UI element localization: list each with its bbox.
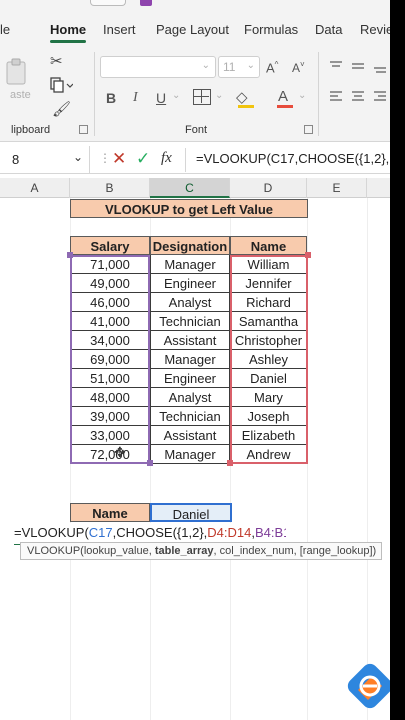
header-designation[interactable]: Designation [150, 236, 230, 255]
tab-data[interactable]: Data [315, 22, 342, 37]
designation-cell[interactable]: Manager [150, 350, 230, 369]
designation-cell[interactable]: Assistant [150, 426, 230, 445]
font-color-button[interactable]: A [278, 88, 288, 105]
header-salary[interactable]: Salary [70, 236, 150, 255]
designation-cell[interactable]: Technician [150, 407, 230, 426]
gridline [367, 198, 368, 720]
range-handle[interactable] [67, 252, 73, 258]
formula-part: =VLOOKUP( [14, 525, 89, 540]
designation-cell[interactable]: Engineer [150, 369, 230, 388]
font-name-dropdown[interactable]: ⌄ [100, 56, 216, 78]
cancel-icon[interactable]: ✕ [112, 149, 126, 169]
chevron-down-icon[interactable]: ⌄ [298, 90, 306, 101]
font-size-dropdown[interactable]: 11 ⌄ [218, 56, 260, 78]
shrink-font-icon[interactable]: A˅ [292, 60, 305, 75]
name-box-value: 8 [12, 152, 20, 167]
designation-cell[interactable]: Analyst [150, 388, 230, 407]
column-header-row: A B C D E [0, 178, 390, 198]
sheet-title[interactable]: VLOOKUP to get Left Value [70, 199, 308, 218]
clipboard-group-label: lipboard [11, 124, 51, 136]
tooltip-arg[interactable]: , col_index_num, [range_lookup]) [214, 545, 377, 557]
tab-formulas[interactable]: Formulas [244, 22, 298, 37]
insert-function-button[interactable]: fx [161, 150, 172, 167]
alignment-icons[interactable] [328, 60, 388, 110]
designation-cell[interactable]: Engineer [150, 274, 230, 293]
tab-review[interactable]: Revie [360, 22, 390, 37]
tab-home[interactable]: Home [50, 22, 86, 37]
grow-font-icon[interactable]: A^ [266, 60, 278, 75]
top-color-swatch [140, 0, 152, 6]
function-tooltip: VLOOKUP(lookup_value, table_array, col_i… [20, 542, 382, 560]
fill-color-swatch [238, 105, 254, 108]
group-divider [94, 52, 95, 136]
column-header-d[interactable]: D [230, 178, 307, 198]
italic-button[interactable]: I [133, 90, 138, 106]
cut-icon[interactable]: ✂ [50, 52, 63, 70]
top-control[interactable] [90, 0, 126, 6]
paste-label[interactable]: aste [10, 89, 31, 101]
edu-logo-icon [344, 660, 396, 712]
name-box[interactable]: 8 ⌄ [0, 146, 90, 174]
designation-cell[interactable]: Manager [150, 445, 230, 464]
cursor-icon: ✥ [114, 444, 126, 460]
worksheet-grid[interactable]: VLOOKUP to get Left Value Salary Designa… [0, 198, 393, 720]
copy-icon[interactable] [49, 76, 74, 94]
formula-part: ,CHOOSE({1,2}, [112, 525, 208, 540]
column-header-e[interactable]: E [307, 178, 367, 198]
borders-icon[interactable] [193, 89, 211, 105]
column-header-c[interactable]: C [150, 178, 230, 198]
designation-cell[interactable]: Manager [150, 255, 230, 274]
divider [185, 148, 186, 172]
underline-button[interactable]: U [156, 90, 166, 106]
designation-cell[interactable]: Assistant [150, 331, 230, 350]
fill-color-icon[interactable]: ◇ [236, 88, 248, 106]
range-highlight-d [230, 255, 308, 464]
designation-cell[interactable]: Technician [150, 312, 230, 331]
bold-button[interactable]: B [106, 90, 116, 106]
header-name[interactable]: Name [230, 236, 307, 255]
range-highlight-b [70, 255, 150, 464]
chevron-down-icon[interactable]: ⌄ [172, 90, 180, 101]
tab-file[interactable]: le [0, 22, 10, 37]
ribbon: le Home Insert Page Layout Formulas Data… [0, 0, 390, 142]
tooltip-function[interactable]: VLOOKUP( [27, 545, 84, 557]
paste-icon[interactable] [4, 58, 30, 88]
formula-ref-b4-b14: B4:B14 [255, 525, 286, 540]
chevron-down-icon[interactable]: ⌄ [73, 150, 83, 164]
enter-icon[interactable]: ✓ [136, 149, 150, 169]
chevron-down-icon: ⌄ [246, 60, 255, 71]
group-divider [318, 52, 319, 136]
column-header-a[interactable]: A [0, 178, 70, 198]
tab-insert[interactable]: Insert [103, 22, 136, 37]
chevron-down-icon[interactable]: ⌄ [215, 90, 223, 101]
range-handle[interactable] [227, 460, 233, 466]
active-tab-indicator [50, 40, 86, 43]
font-size-value: 11 [223, 60, 236, 74]
range-handle[interactable] [305, 252, 311, 258]
lookup-label[interactable]: Name [70, 503, 150, 522]
range-handle[interactable] [147, 460, 153, 466]
font-color-swatch [277, 105, 293, 108]
font-launcher-icon[interactable] [304, 125, 313, 134]
format-painter-icon[interactable]: 🖌 [52, 100, 71, 118]
formula-input[interactable]: =VLOOKUP(C17,CHOOSE({1,2},D4: [196, 151, 390, 171]
more-options-icon[interactable]: ⋮ [99, 151, 111, 165]
tooltip-arg-current[interactable]: table_array [155, 545, 214, 557]
clipboard-launcher-icon[interactable] [79, 125, 88, 134]
designation-cell[interactable]: Analyst [150, 293, 230, 312]
right-edge-strip [390, 0, 405, 720]
chevron-down-icon: ⌄ [201, 60, 210, 71]
formula-bar: 8 ⌄ ⋮ ✕ ✓ fx =VLOOKUP(C17,CHOOSE({1,2},D… [0, 146, 390, 174]
formula-ref-d4-d14: D4:D14 [207, 525, 252, 540]
lookup-value-cell[interactable]: Daniel [150, 503, 232, 522]
column-header-b[interactable]: B [70, 178, 150, 198]
tab-page-layout[interactable]: Page Layout [156, 22, 229, 37]
font-group-label: Font [185, 124, 208, 136]
formula-ref-c17: C17 [88, 525, 113, 540]
tooltip-arg[interactable]: lookup_value, [84, 545, 155, 557]
